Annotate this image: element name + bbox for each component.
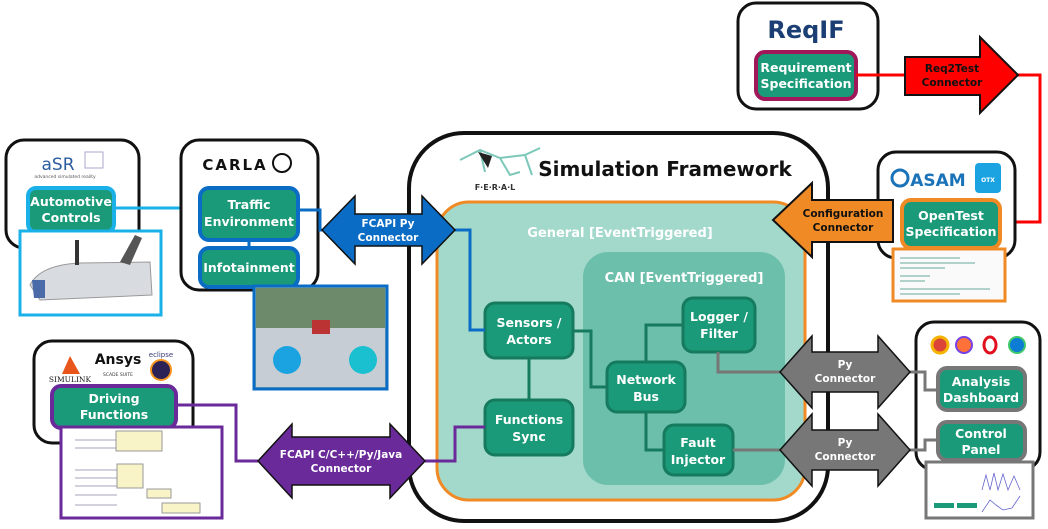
svg-text:RequirementSpecification: Requirement Specification bbox=[760, 60, 851, 91]
node-sensors-actors[interactable]: Sensors / Actors bbox=[483, 301, 575, 360]
chrome-icon bbox=[930, 335, 950, 355]
infotainment-screenshot bbox=[252, 284, 389, 391]
node-driving-functions[interactable]: Driving Functions bbox=[50, 384, 178, 430]
req2test-connector-arrow[interactable]: Req2Test Connector bbox=[904, 34, 1020, 116]
diagram-canvas: F·E·R·A·L Simulation Framework General [… bbox=[4, 1, 1042, 523]
svg-text:OTX: OTX bbox=[981, 177, 995, 184]
scade-logo: SCADE SUITE bbox=[103, 372, 133, 378]
architecture-diagram: F·E·R·A·L Simulation Framework General [… bbox=[0, 0, 1048, 529]
svg-text:OpenTestSpecification: OpenTest Specification bbox=[906, 208, 997, 239]
carla-logo: CARLA bbox=[202, 156, 267, 174]
simulink-model-screenshot bbox=[59, 425, 224, 520]
eclipse-logo-icon bbox=[150, 359, 172, 381]
driving-simulator-image bbox=[18, 229, 163, 317]
edge-icon bbox=[1008, 336, 1026, 354]
eclipse-logo: eclipse bbox=[149, 351, 173, 359]
node-traffic-environment[interactable]: Traffic Environment bbox=[198, 186, 300, 242]
svg-text:ControlPanel: Control Panel bbox=[955, 426, 1007, 457]
svg-text:AnalysisDashboard: Analysis Dashboard bbox=[943, 374, 1019, 405]
node-automotive-controls[interactable]: Automotive Controls bbox=[26, 186, 116, 234]
otx-code-screenshot bbox=[891, 247, 1007, 303]
asr-logo: aSR bbox=[41, 155, 74, 175]
svg-text:Infotainment: Infotainment bbox=[203, 260, 295, 275]
general-label: General [EventTriggered] bbox=[527, 226, 713, 241]
node-infotainment[interactable]: Infotainment bbox=[198, 246, 300, 289]
node-opentest-specification[interactable]: OpenTest Specification bbox=[900, 198, 1002, 250]
node-network-bus[interactable]: Network Bus bbox=[605, 360, 687, 414]
feral-logo-text: F·E·R·A·L bbox=[475, 183, 516, 192]
node-analysis-dashboard[interactable]: Analysis Dashboard bbox=[936, 366, 1027, 412]
svg-text:AutomotiveControls: Automotive Controls bbox=[30, 194, 112, 225]
node-logger-filter[interactable]: Logger / Filter bbox=[681, 296, 757, 354]
firefox-icon bbox=[955, 336, 973, 354]
control-panel-screenshot bbox=[924, 460, 1035, 520]
svg-text:DrivingFunctions: Driving Functions bbox=[80, 391, 148, 422]
asam-logo: ASAM bbox=[910, 171, 965, 191]
node-fault-injector[interactable]: Fault Injector bbox=[662, 423, 735, 477]
otx-icon: OTX bbox=[975, 163, 1001, 193]
fcapi-multi-connector-arrow[interactable]: FCAPI C/C++/Py/Java Connector bbox=[256, 422, 427, 500]
framework-title: Simulation Framework bbox=[538, 157, 792, 181]
node-control-panel[interactable]: Control Panel bbox=[936, 420, 1027, 462]
asr-tagline: advanced simulated reality bbox=[34, 174, 96, 180]
node-requirement-specification[interactable]: Requirement Specification bbox=[754, 50, 858, 101]
ansys-logo: Ansys bbox=[95, 352, 142, 368]
simulink-logo: SIMULINK bbox=[49, 375, 92, 384]
can-label: CAN [EventTriggered] bbox=[605, 271, 764, 286]
reqif-logo: ReqIF bbox=[767, 16, 844, 44]
node-functions-sync[interactable]: Functions Sync bbox=[483, 398, 575, 457]
